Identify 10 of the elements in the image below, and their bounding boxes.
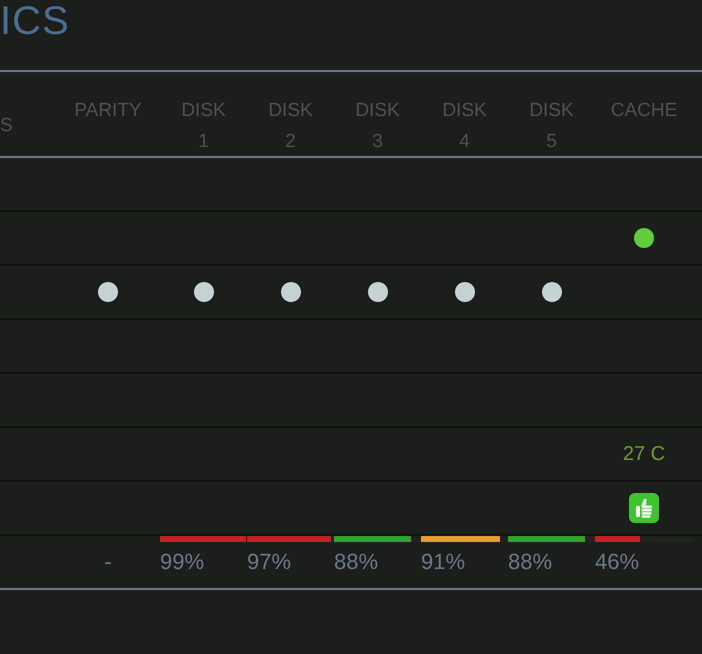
- thumbs-up-icon: [629, 493, 659, 523]
- empty-value: -: [104, 551, 112, 573]
- page-title: ICS: [0, 1, 70, 41]
- usage-percent: 97%: [247, 551, 292, 573]
- usage-percent: 88%: [334, 551, 378, 573]
- usage-percent: 91%: [421, 551, 466, 573]
- usage-percent: 88%: [508, 551, 552, 573]
- temperature-reading: 27 C: [622, 444, 666, 464]
- usage-percent: 99%: [160, 551, 204, 573]
- usage-percent: 46%: [595, 551, 640, 573]
